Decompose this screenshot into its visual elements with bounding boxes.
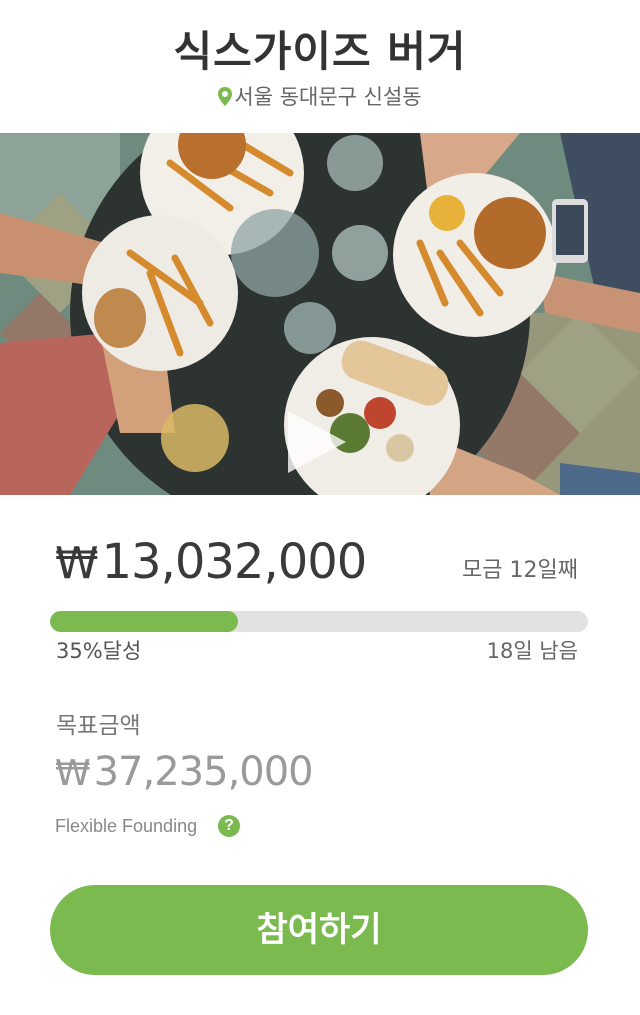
map-pin-icon [218,86,233,112]
progress-fill [50,611,239,632]
currency-symbol: ₩ [55,538,99,589]
raised-amount: ₩13,032,000 [55,530,368,596]
location: 서울 동대문구 신설동 [0,84,640,112]
day-count: 모금 12일째 [462,558,578,583]
join-button[interactable]: 참여하기 [50,885,588,975]
location-text: 서울 동대문구 신설동 [234,85,422,109]
days-remaining: 18일 남음 [486,639,578,663]
goal-amount: ₩37,235,000 [55,744,314,802]
goal-label: 목표금액 [56,713,141,739]
goal-currency-symbol: ₩ [55,753,91,794]
header: 식스가이즈 버거 서울 동대문구 신설동 [0,0,640,133]
page-title: 식스가이즈 버거 [173,27,467,76]
progress-bar [50,611,588,632]
raised-value: 13,032,000 [101,534,368,590]
play-icon [288,411,346,473]
goal-value: 37,235,000 [93,749,314,795]
percent-achieved: 35%달성 [56,639,142,663]
hero-video[interactable] [0,133,640,495]
funding-type: Flexible Founding [55,816,198,836]
help-icon[interactable]: ? [218,815,240,837]
